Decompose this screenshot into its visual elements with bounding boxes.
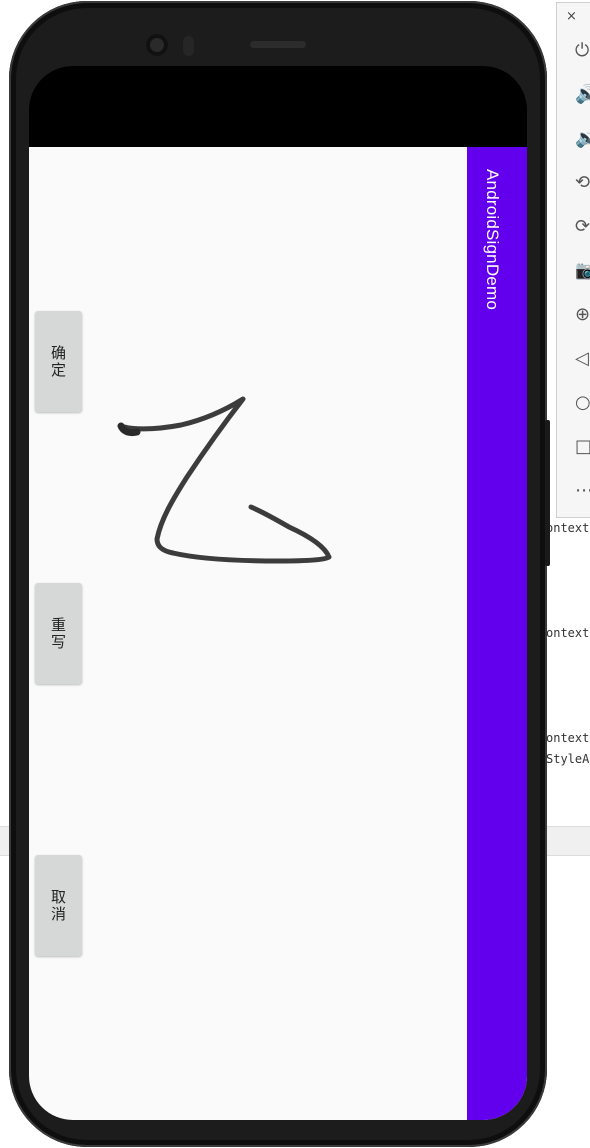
zoom-icon[interactable]: ⊕ [557, 297, 590, 333]
signature-canvas[interactable] [89, 147, 467, 1120]
rewrite-button[interactable]: 重写 [35, 583, 82, 684]
power-icon[interactable]: ⏻ [557, 33, 590, 69]
signature-stroke [118, 396, 332, 564]
home-icon[interactable]: ○ [557, 385, 590, 421]
rotate-left-icon[interactable]: ⟲ [557, 165, 590, 201]
confirm-button[interactable]: 确定 [35, 311, 82, 412]
app-title: AndroidSignDemo [483, 169, 502, 310]
rotate-right-icon[interactable]: ⟳ [557, 209, 590, 245]
phone-screen: 确定 重写 取消 AndroidSignDemo [29, 66, 527, 1120]
ide-code-line: ontext [546, 626, 590, 640]
confirm-button-label: 确定 [49, 344, 67, 379]
close-icon[interactable]: × [566, 9, 577, 24]
more-icon[interactable]: ⋯ [557, 473, 590, 509]
back-icon[interactable]: ◁ [557, 341, 590, 377]
cancel-button[interactable]: 取消 [35, 855, 82, 956]
proximity-sensor [183, 36, 194, 56]
ide-code-line: StyleA [546, 752, 590, 766]
stage: ontext ontext ontext StyleA × ⏻ 🔊 🔉 ⟲ ⟳ … [0, 0, 590, 1148]
rewrite-button-label: 重写 [49, 616, 67, 651]
earpiece-speaker [250, 41, 306, 48]
front-camera [146, 34, 168, 56]
emulator-toolbar: × ⏻ 🔊 🔉 ⟲ ⟳ 📷 ⊕ ◁ ○ □ ⋯ [556, 2, 590, 518]
camera-icon[interactable]: 📷 [557, 253, 590, 289]
volume-key [545, 420, 550, 566]
ide-code-line: ontext [546, 731, 590, 745]
volume-up-icon[interactable]: 🔊 [557, 77, 590, 113]
action-bar: AndroidSignDemo [467, 147, 527, 1120]
cancel-button-label: 取消 [49, 888, 67, 923]
app-window: 确定 重写 取消 AndroidSignDemo [29, 147, 527, 1120]
ide-code-line: ontext [546, 521, 590, 535]
volume-down-icon[interactable]: 🔉 [557, 121, 590, 157]
overview-icon[interactable]: □ [557, 429, 590, 465]
